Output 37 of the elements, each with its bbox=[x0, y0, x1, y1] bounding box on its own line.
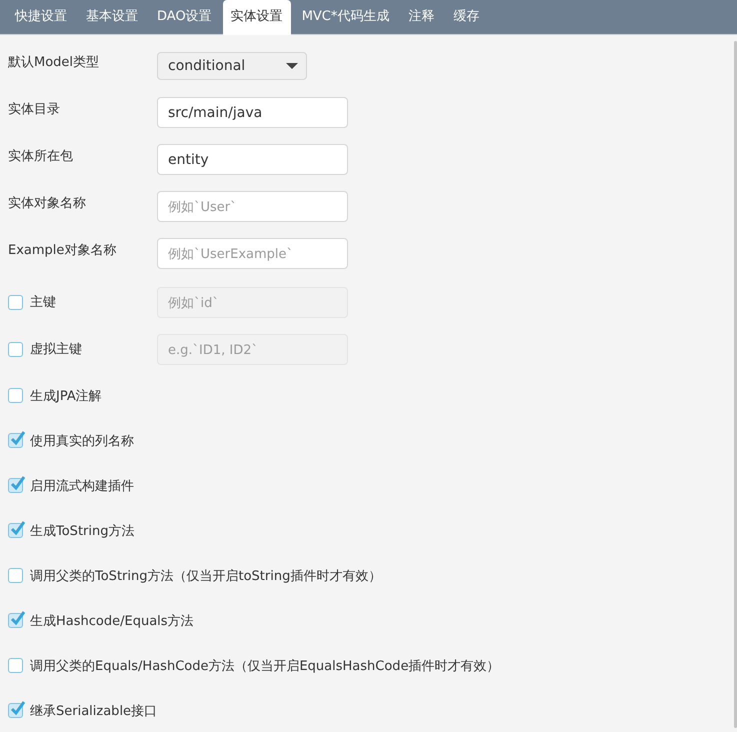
checkbox-label: 生成Hashcode/Equals方法 bbox=[30, 612, 194, 630]
checkbox-label: 调用父类的ToString方法（仅当开启toString插件时才有效） bbox=[30, 568, 382, 584]
checkbox[interactable] bbox=[8, 568, 23, 583]
input-field[interactable]: 例如`UserExample` bbox=[157, 238, 348, 269]
checkbox[interactable] bbox=[8, 658, 23, 673]
checkbox-label: 虚拟主键 bbox=[30, 341, 82, 358]
field-label: 默认Model类型 bbox=[8, 54, 100, 72]
tab[interactable]: 快捷设置 bbox=[7, 0, 75, 34]
checkbox-label: 生成JPA注解 bbox=[30, 388, 102, 404]
checkbox-label: 使用真实的列名称 bbox=[30, 432, 134, 450]
checkbox[interactable] bbox=[8, 433, 23, 448]
tab[interactable]: MVC*代码生成 bbox=[294, 0, 398, 34]
dropdown[interactable]: conditional bbox=[157, 52, 307, 80]
checkbox-label: 主键 bbox=[30, 294, 56, 311]
checkbox[interactable] bbox=[8, 388, 23, 403]
checkbox[interactable] bbox=[8, 523, 23, 538]
tab[interactable]: 基本设置 bbox=[78, 0, 146, 34]
input-field[interactable]: entity bbox=[157, 144, 348, 175]
checkbox[interactable] bbox=[8, 613, 23, 628]
field-label: 实体对象名称 bbox=[8, 195, 87, 213]
field-label: 实体目录 bbox=[8, 101, 61, 119]
checkbox[interactable] bbox=[8, 703, 23, 718]
field-label: 实体所在包 bbox=[8, 148, 74, 166]
field-label: Example对象名称 bbox=[8, 242, 118, 260]
scrollbar[interactable] bbox=[734, 41, 737, 728]
checkbox-label: 启用流式构建插件 bbox=[30, 478, 134, 494]
tab[interactable]: DAO设置 bbox=[149, 0, 220, 34]
input-field[interactable]: 例如`User` bbox=[157, 191, 348, 222]
input-field[interactable]: src/main/java bbox=[157, 97, 348, 128]
caret-icon bbox=[286, 63, 298, 69]
checkbox-label: 调用父类的Equals/HashCode方法（仅当开启EqualsHashCode插件时才有效） bbox=[30, 658, 500, 674]
checkbox-label: 继承Serializable接口 bbox=[30, 702, 158, 720]
tab[interactable]: 缓存 bbox=[445, 0, 488, 34]
tab[interactable]: 实体设置 bbox=[222, 0, 291, 35]
tab[interactable]: 注释 bbox=[400, 0, 442, 34]
checkbox[interactable] bbox=[8, 478, 23, 493]
checkbox-label: 生成ToString方法 bbox=[30, 522, 134, 540]
